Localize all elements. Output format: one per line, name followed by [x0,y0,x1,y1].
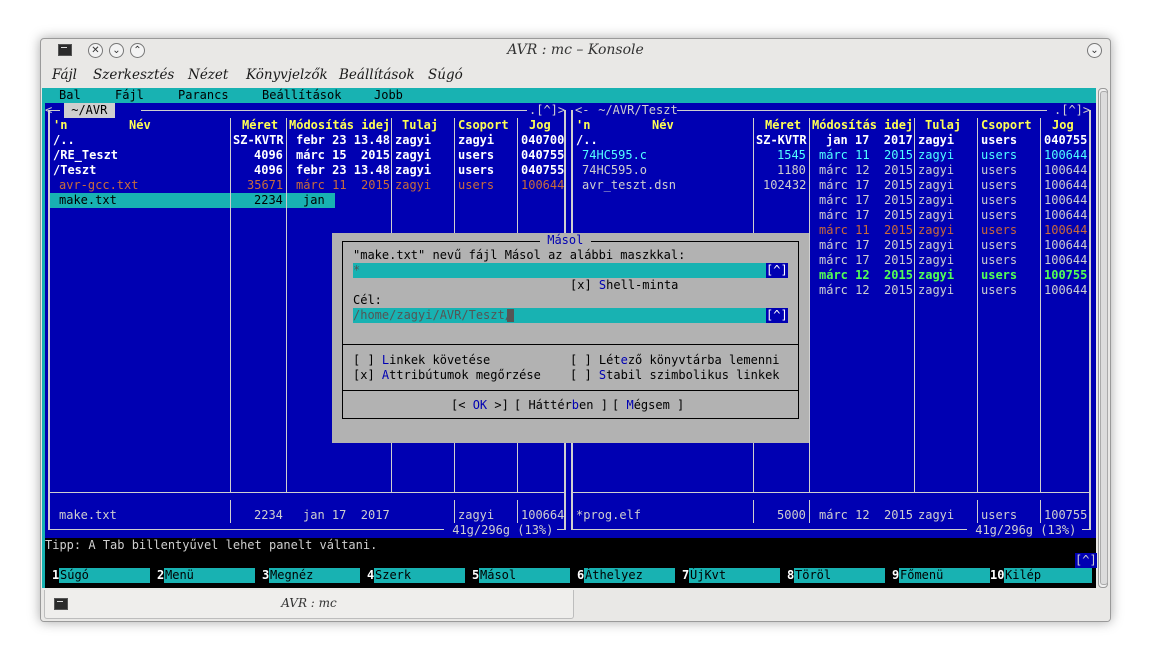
mc-menu-options[interactable]: Beállítások [262,88,341,103]
target-input[interactable]: /home/zagyi/AVR/Teszt/ [353,308,766,323]
left-row-name[interactable]: avr-gcc.txt [59,178,138,193]
konsole-window: ✕ ⌄ ⌃ AVR : mc – Konsole ⌄ Fájl Szerkesz… [40,38,1111,622]
shell-pattern-checkbox[interactable]: [x] Shell-minta [570,278,678,293]
right-panel-path[interactable]: ~/AVR/Teszt [591,103,685,118]
col-owner[interactable]: Tulaj [402,118,438,133]
left-panel-path[interactable]: ~/AVR [64,103,115,118]
right-row-name[interactable]: 74HC595.c [582,148,647,163]
stable-symlinks-checkbox[interactable]: [ ] Stabil szimbolikus linkek [570,368,780,383]
right-status-name: *prog.elf [576,508,642,522]
terminal-area[interactable]: Bal Fájl Parancs Beállítások Jobb < ~/AV… [42,88,1097,588]
mc-menu-command[interactable]: Parancs [178,88,229,103]
dive-into-dir-checkbox[interactable]: [ ] Létező könyvtárba lemenni [570,353,780,368]
menu-file[interactable]: Fájl [52,67,77,83]
right-row-name[interactable]: /.. [576,133,598,148]
left-panel-corner[interactable]: .[^]> [529,103,565,118]
menu-bookmarks[interactable]: Könyvjelzők [246,67,328,83]
col-name[interactable]: Név [129,118,151,133]
col-perm[interactable]: Jog [529,118,551,133]
col-size[interactable]: Méret [242,118,278,133]
selected-file[interactable]: make.txt [59,193,117,208]
mc-menubar: Bal Fájl Parancs Beállítások Jobb [45,88,1096,103]
menu-view[interactable]: Nézet [188,67,228,83]
left-row-name[interactable]: /.. [53,133,75,148]
target-label: Cél: [353,293,382,307]
hint-text: Tipp: A Tab billentyűvel lehet panelt vá… [45,538,378,552]
menu-settings[interactable]: Beállítások [339,67,415,83]
copy-dialog: Másol "make.txt" nevű fájl Másol az aláb… [332,233,809,443]
dialog-title: Másol [540,233,591,248]
left-free-space: 41g/296g (13%) [445,523,561,537]
tab-session[interactable]: AVR : mc [44,590,574,619]
menu-edit[interactable]: Szerkesztés [93,67,174,83]
preserve-attributes-checkbox[interactable]: [x] Attribútumok megőrzése [353,368,541,383]
window-menu-icon[interactable]: ⌄ [1087,43,1102,58]
follow-links-checkbox[interactable]: [ ] Linkek követése [353,353,490,368]
mask-prompt: "make.txt" nevű fájl Másol az alábbi mas… [353,248,686,262]
left-row-name[interactable]: /RE_Teszt [53,148,118,163]
window-title: AVR : mc – Konsole [507,42,644,58]
col-modified[interactable]: Módosítás idej [289,118,390,133]
mask-history-button[interactable]: [^] [766,263,788,278]
konsole-tab-bar: AVR : mc [41,588,1110,621]
mc-menu-file[interactable]: Fájl [115,88,144,103]
function-key-bar: 1 Súgó 2 Menü 3 Megnéz 4 Szerk 5 Másol 6 Áthel… [45,568,1096,584]
col-group[interactable]: Csoport [458,118,509,133]
menu-help[interactable]: Súgó [428,67,463,83]
right-row-name[interactable]: avr_teszt.dsn [582,178,676,193]
right-free-space: 41g/296g (13%) [968,523,1084,537]
mc-menu-left[interactable]: Bal [59,88,81,103]
mask-input[interactable]: * [353,263,766,278]
right-panel-corner[interactable]: .[^]> [1054,103,1090,118]
konsole-menubar: Fájl Szerkesztés Nézet Könyvjelzők Beáll… [41,65,1110,87]
left-row-name[interactable]: /Teszt [53,163,96,178]
left-status-name: make.txt [59,508,117,522]
background-button[interactable]: [ Háttérben ] [514,398,608,413]
ok-button[interactable]: [< OK >] [451,398,509,413]
hint-line: Tipp: A Tab billentyűvel lehet panelt vá… [45,538,1097,568]
right-row-name[interactable]: 74HC595.o [582,163,647,178]
target-history-button[interactable]: [^] [766,308,788,323]
command-history-button[interactable]: [^] [1075,553,1097,568]
title-bar[interactable]: ✕ ⌄ ⌃ AVR : mc – Konsole ⌄ [41,39,1110,63]
mc-menu-right[interactable]: Jobb [374,88,403,103]
terminal-scrollbar[interactable] [1098,88,1108,588]
cancel-button[interactable]: [ Mégsem ] [612,398,684,413]
tab-title: AVR : mc [281,596,337,610]
col-sort[interactable]: 'n [53,118,67,133]
